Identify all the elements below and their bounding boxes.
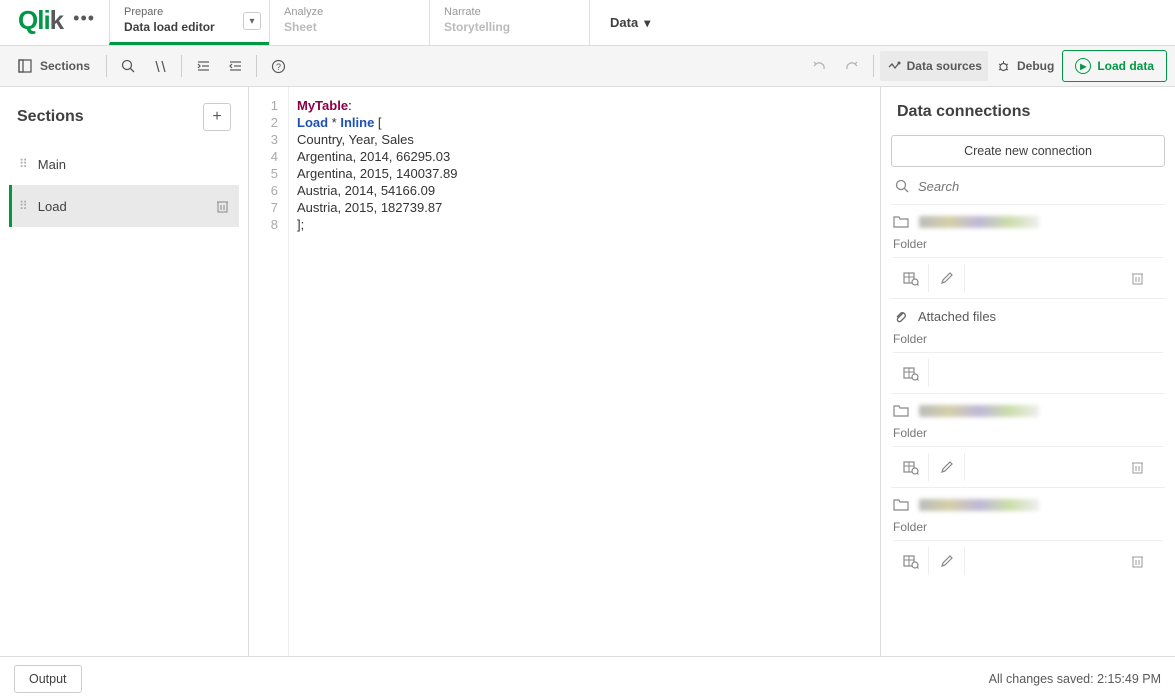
debug-button[interactable]: Debug	[990, 51, 1060, 81]
help-icon[interactable]: ?	[263, 51, 293, 81]
connection-header[interactable]	[893, 404, 1163, 418]
connection-search[interactable]	[891, 167, 1165, 204]
add-section-button[interactable]: +	[203, 103, 231, 131]
output-button[interactable]: Output	[14, 665, 82, 693]
connection-actions	[893, 257, 1163, 292]
main-area: Sections + ⠿ Main ⠿ Load 12345678 MyTable:L…	[0, 87, 1175, 656]
section-item-main[interactable]: ⠿ Main	[9, 143, 239, 185]
sections-sidebar: Sections + ⠿ Main ⠿ Load	[0, 87, 249, 656]
undo-icon	[805, 51, 835, 81]
debug-label: Debug	[1017, 59, 1054, 73]
svg-text:?: ?	[276, 62, 281, 72]
qlik-logo: Qlik	[18, 5, 63, 36]
code-editor[interactable]: 12345678 MyTable:Load * Inline [Country,…	[249, 87, 880, 656]
section-label: Main	[38, 157, 66, 172]
connection-actions	[893, 540, 1163, 575]
save-status: All changes saved: 2:15:49 PM	[989, 672, 1161, 686]
edit-icon[interactable]	[929, 264, 965, 292]
connection-type: Folder	[893, 229, 1163, 257]
sidebar-header: Sections	[17, 108, 84, 126]
connection-name-redacted	[919, 216, 1039, 228]
line-gutter: 12345678	[249, 87, 289, 656]
nav-tabs: PrepareData load editor▾AnalyzeSheetNarr…	[109, 0, 589, 45]
connection-type: Folder	[893, 418, 1163, 446]
play-icon: ▶	[1075, 58, 1091, 74]
connections-header: Data connections	[891, 103, 1165, 135]
load-label: Load data	[1097, 59, 1154, 73]
connection-header[interactable]	[893, 215, 1163, 229]
section-item-load[interactable]: ⠿ Load	[9, 185, 239, 227]
connection-item: Folder	[891, 204, 1165, 298]
connection-item: Folder	[891, 393, 1165, 487]
datasources-label: Data sources	[907, 59, 982, 73]
search-icon[interactable]	[113, 51, 143, 81]
delete-icon[interactable]	[216, 199, 229, 213]
top-bar: Qlik ••• PrepareData load editor▾Analyze…	[0, 0, 1175, 46]
connection-header[interactable]	[893, 498, 1163, 512]
edit-icon[interactable]	[929, 547, 965, 575]
select-data-icon[interactable]	[893, 547, 929, 575]
connection-header[interactable]: Attached files	[893, 309, 1163, 324]
select-data-icon[interactable]	[893, 359, 929, 387]
connection-item: Attached filesFolder	[891, 298, 1165, 393]
connection-type: Folder	[893, 512, 1163, 540]
connection-name: Attached files	[918, 309, 996, 324]
app-dropdown[interactable]: Data ▾	[589, 0, 650, 45]
data-connections-panel: Data connections Create new connection F…	[880, 87, 1175, 656]
grip-icon: ⠿	[19, 157, 26, 171]
app-name: Data	[610, 15, 638, 30]
connection-actions	[893, 446, 1163, 481]
nav-tab-storytelling[interactable]: NarrateStorytelling	[429, 0, 589, 45]
outdent-icon[interactable]	[220, 51, 250, 81]
create-connection-button[interactable]: Create new connection	[891, 135, 1165, 167]
select-data-icon[interactable]	[893, 453, 929, 481]
search-icon	[895, 179, 910, 194]
datasources-button[interactable]: Data sources	[880, 51, 988, 81]
toolbar: Sections ? Data sources Debug ▶ Load dat…	[0, 46, 1175, 87]
nav-tab-sheet[interactable]: AnalyzeSheet	[269, 0, 429, 45]
redo-icon	[837, 51, 867, 81]
delete-icon[interactable]	[1131, 271, 1163, 285]
logo-area: Qlik •••	[0, 0, 109, 45]
delete-icon[interactable]	[1131, 460, 1163, 474]
bottom-bar: Output All changes saved: 2:15:49 PM	[0, 656, 1175, 700]
connection-actions	[893, 352, 1163, 387]
sections-toggle[interactable]: Sections	[8, 51, 100, 81]
section-label: Load	[38, 199, 67, 214]
connection-name-redacted	[919, 405, 1039, 417]
grip-icon: ⠿	[19, 199, 26, 213]
delete-icon[interactable]	[1131, 554, 1163, 568]
more-icon[interactable]: •••	[73, 8, 95, 29]
nav-tab-data-load-editor[interactable]: PrepareData load editor▾	[109, 0, 269, 45]
comment-icon[interactable]	[145, 51, 175, 81]
indent-icon[interactable]	[188, 51, 218, 81]
chevron-down-icon: ▾	[644, 16, 650, 30]
code-area[interactable]: MyTable:Load * Inline [Country, Year, Sa…	[289, 87, 880, 656]
connection-name-redacted	[919, 499, 1039, 511]
load-data-button[interactable]: ▶ Load data	[1062, 50, 1167, 82]
search-input[interactable]	[918, 179, 1163, 194]
select-data-icon[interactable]	[893, 264, 929, 292]
connection-item: Folder	[891, 487, 1165, 581]
edit-icon[interactable]	[929, 453, 965, 481]
sections-label: Sections	[40, 59, 90, 73]
connection-type: Folder	[893, 324, 1163, 352]
chevron-down-icon[interactable]: ▾	[243, 12, 261, 30]
